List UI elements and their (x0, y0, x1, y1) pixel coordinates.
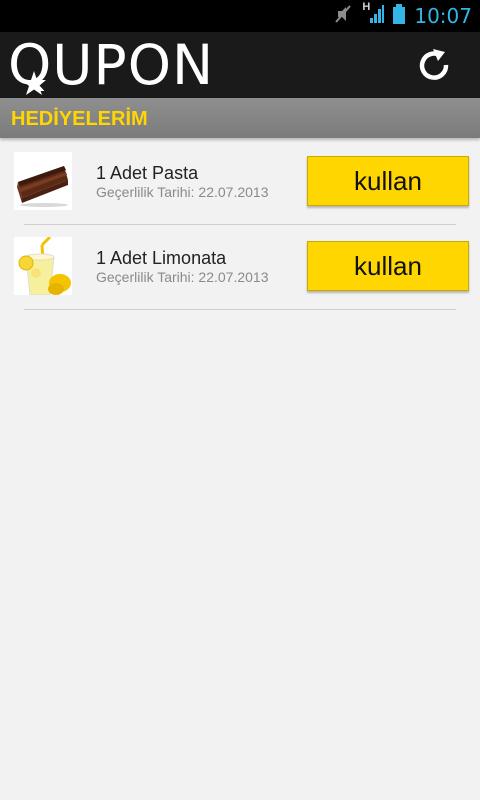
signal-icon: H (362, 0, 385, 30)
gift-validity: Geçerlilik Tarihi: 22.07.2013 (96, 184, 269, 200)
use-button[interactable]: kullan (307, 156, 469, 206)
section-title: HEDİYELERİM (11, 108, 148, 130)
mute-icon (332, 3, 354, 30)
gift-list: 1 Adet Pasta Geçerlilik Tarihi: 22.07.20… (0, 140, 480, 310)
status-icons: H 10:07 (332, 0, 472, 32)
battery-icon (392, 3, 406, 30)
lemonade-icon (14, 237, 72, 295)
status-bar: H 10:07 (0, 0, 480, 32)
star-icon (22, 71, 46, 95)
section-header: HEDİYELERİM (0, 98, 480, 138)
use-button[interactable]: kullan (307, 241, 469, 291)
list-item: 1 Adet Pasta Geçerlilik Tarihi: 22.07.20… (0, 140, 480, 225)
list-item: 1 Adet Limonata Geçerlilik Tarihi: 22.07… (0, 225, 480, 310)
gift-validity: Geçerlilik Tarihi: 22.07.2013 (96, 269, 269, 285)
cake-icon (14, 152, 72, 210)
gift-title: 1 Adet Pasta (96, 163, 199, 183)
gift-title: 1 Adet Limonata (96, 248, 227, 268)
refresh-button[interactable] (416, 47, 452, 83)
network-type-label: H (362, 0, 371, 13)
divider (24, 309, 456, 310)
action-bar: QUPON (0, 32, 480, 98)
clock: 10:07 (414, 4, 472, 28)
refresh-icon (419, 49, 449, 80)
